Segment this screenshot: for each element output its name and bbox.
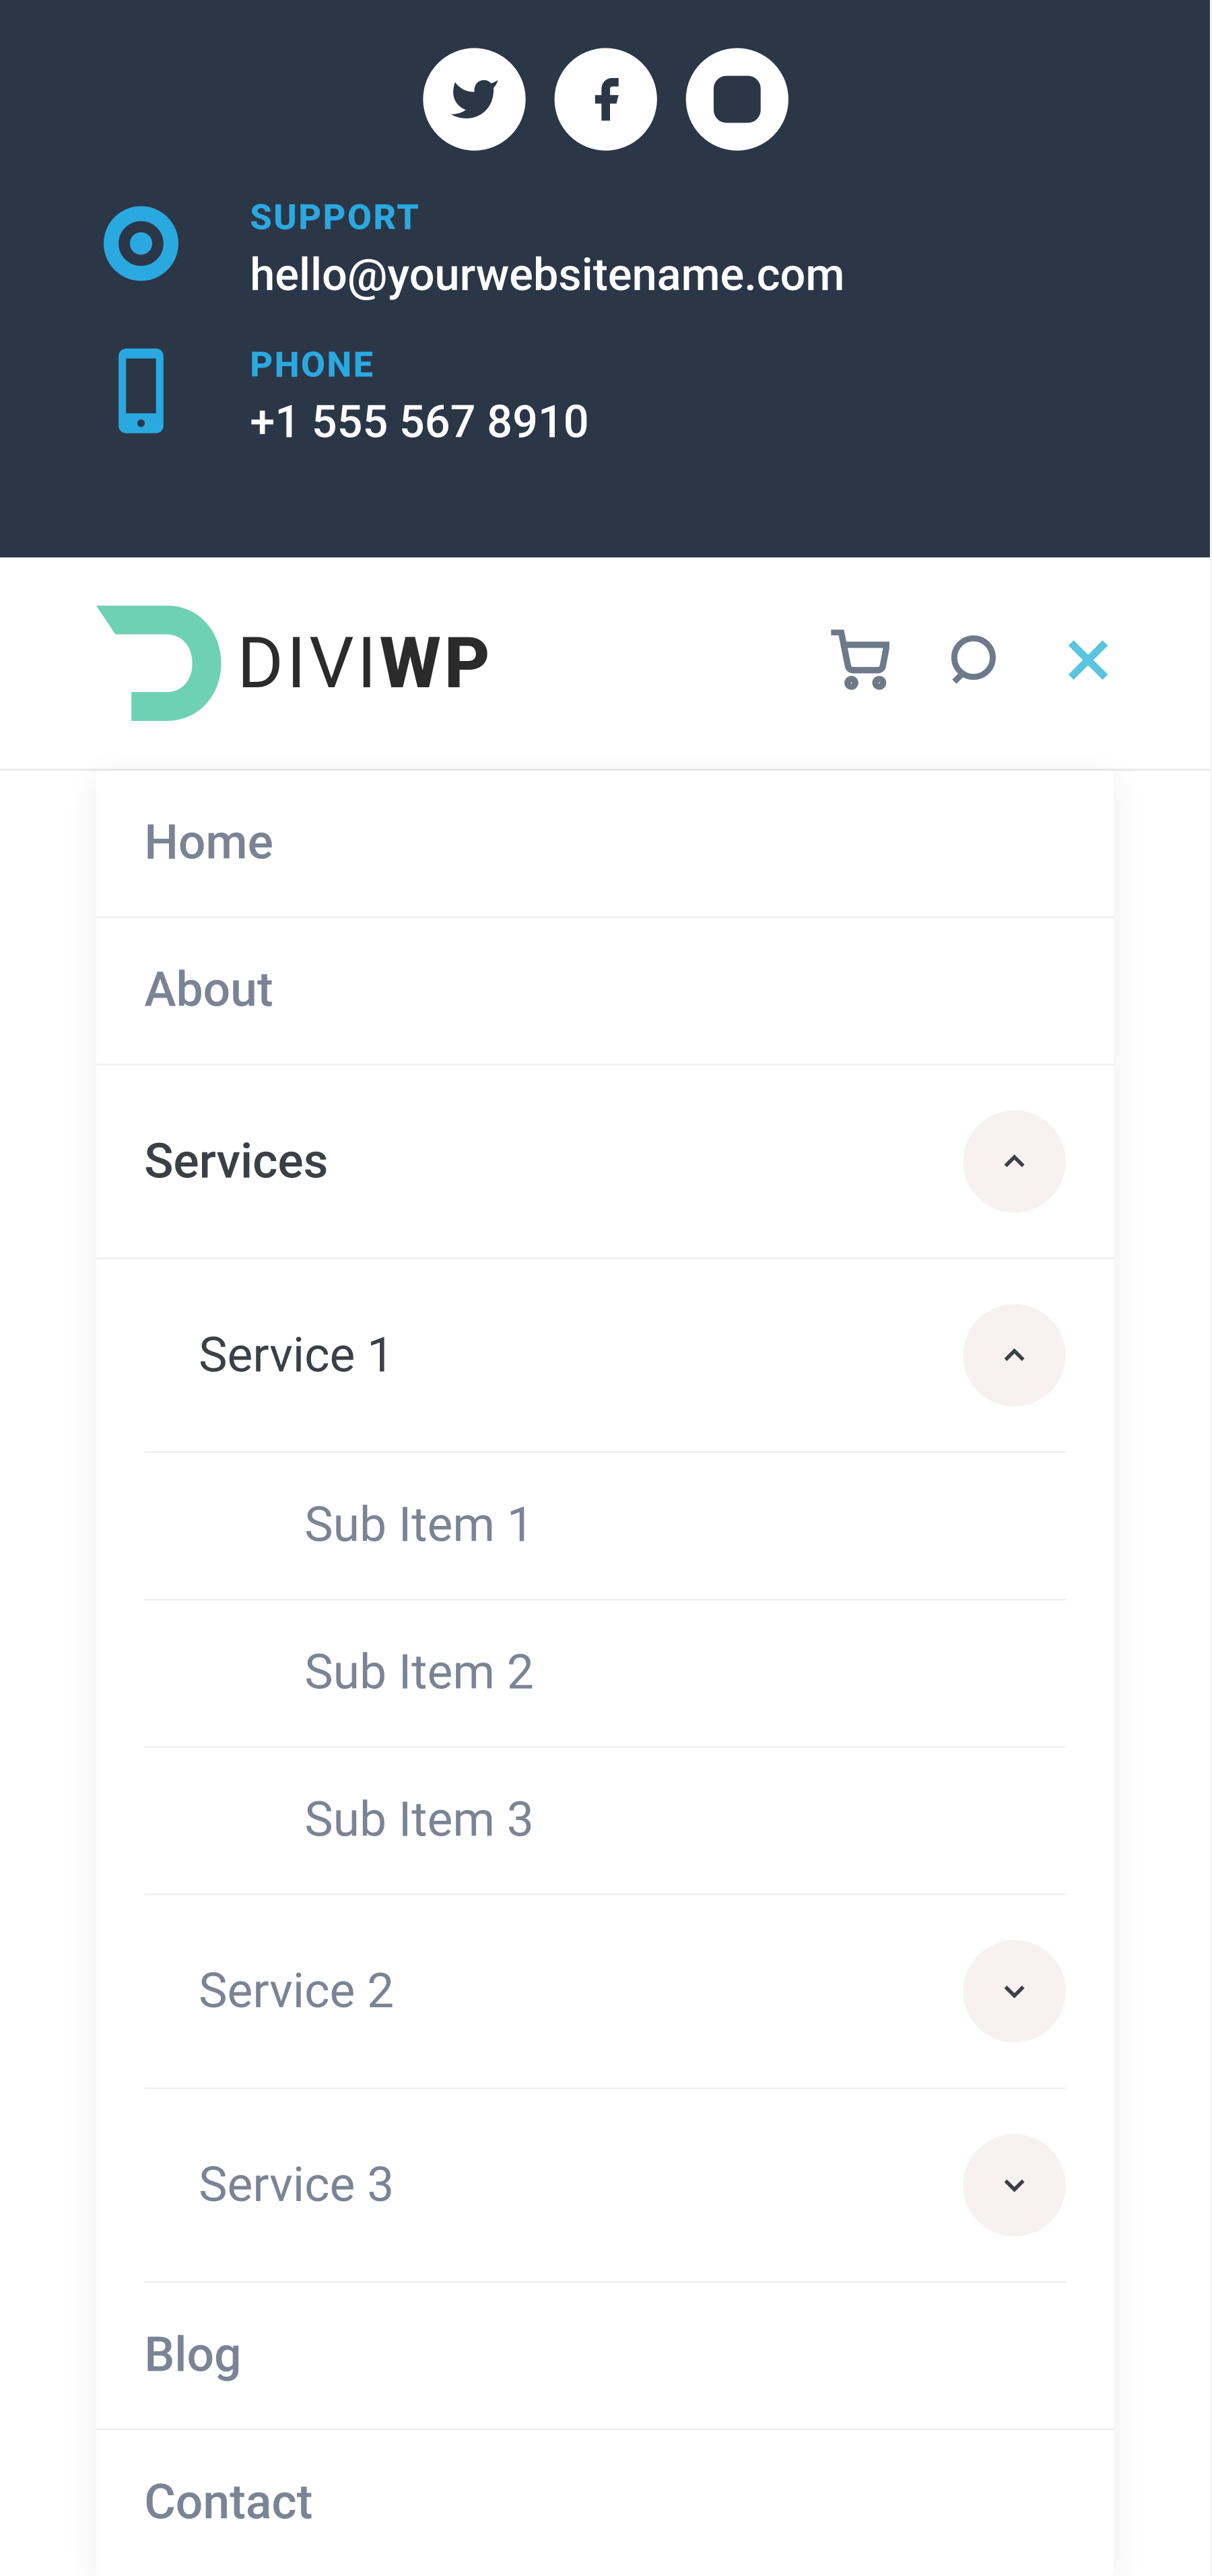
phone-label: PHONE [250,346,588,386]
cart-icon[interactable] [828,629,889,697]
logo-mark-icon [96,606,228,721]
menu-item-sub-2[interactable]: Sub Item 2 [144,1601,1066,1748]
header-bar: DIVIWP [0,557,1210,771]
instagram-icon[interactable] [685,48,787,150]
site-logo[interactable]: DIVIWP [96,606,494,721]
facebook-icon[interactable] [553,48,656,150]
menu-item-service-1[interactable]: Service 1 [144,1259,1066,1453]
menu-item-sub-3[interactable]: Sub Item 3 [144,1748,1066,1895]
phone-number[interactable]: +1 555 567 8910 [250,396,588,449]
search-icon[interactable] [947,631,1005,695]
phone-icon [96,346,186,436]
lifebuoy-icon [96,199,186,288]
menu-item-sub-1[interactable]: Sub Item 1 [144,1453,1066,1601]
top-info-bar: SUPPORT hello@yourwebsitename.com PHONE … [0,0,1210,557]
menu-item-services[interactable]: Services [96,1066,1114,1259]
menu-item-contact[interactable]: Contact [96,2430,1114,2576]
menu-item-home[interactable]: Home [96,771,1114,918]
support-info: SUPPORT hello@yourwebsitename.com [96,199,1114,301]
chevron-up-icon[interactable] [963,1110,1065,1212]
twitter-icon[interactable] [422,48,525,150]
menu-item-blog[interactable]: Blog [96,2283,1114,2431]
social-links [96,48,1114,150]
mobile-menu: Home About Services Service 1 Sub Item 1… [96,771,1114,2576]
close-menu-icon[interactable] [1063,634,1114,692]
phone-info: PHONE +1 555 567 8910 [96,346,1114,448]
chevron-down-icon[interactable] [963,1940,1065,2042]
chevron-up-icon[interactable] [963,1304,1065,1406]
support-label: SUPPORT [250,199,844,239]
support-email[interactable]: hello@yourwebsitename.com [250,248,844,302]
logo-text: DIVIWP [237,621,493,705]
menu-item-about[interactable]: About [96,918,1114,1066]
menu-item-service-3[interactable]: Service 3 [144,2089,1066,2283]
menu-item-service-2[interactable]: Service 2 [144,1895,1066,2089]
chevron-down-icon[interactable] [963,2134,1065,2236]
